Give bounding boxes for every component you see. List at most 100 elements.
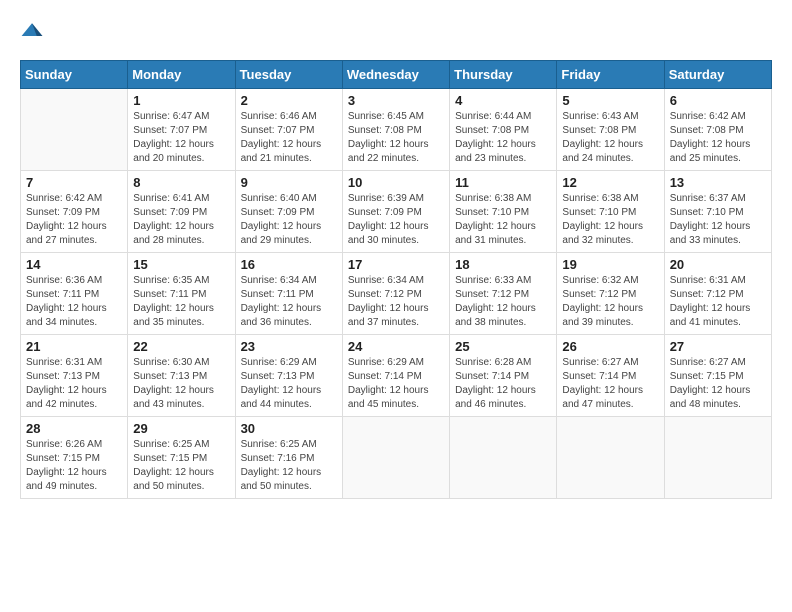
day-info: Sunrise: 6:27 AM Sunset: 7:15 PM Dayligh…	[670, 356, 766, 412]
day-number: 26	[562, 339, 658, 354]
day-number: 21	[26, 339, 122, 354]
calendar-cell: 15 Sunrise: 6:35 AM Sunset: 7:11 PM Dayli…	[128, 253, 235, 335]
day-number: 2	[241, 93, 337, 108]
calendar-cell: 26 Sunrise: 6:27 AM Sunset: 7:14 PM Dayli…	[557, 335, 664, 417]
calendar-week-row: 14 Sunrise: 6:36 AM Sunset: 7:11 PM Dayli…	[21, 253, 772, 335]
calendar-week-row: 21 Sunrise: 6:31 AM Sunset: 7:13 PM Dayli…	[21, 335, 772, 417]
day-number: 25	[455, 339, 551, 354]
calendar-week-row: 7 Sunrise: 6:42 AM Sunset: 7:09 PM Daylig…	[21, 171, 772, 253]
calendar-cell: 6Sunrise: 6:42 AM Sunset: 7:08 PM Daylig…	[664, 89, 771, 171]
calendar-cell: 19 Sunrise: 6:32 AM Sunset: 7:12 PM Dayli…	[557, 253, 664, 335]
day-number: 3	[348, 93, 444, 108]
day-number: 18	[455, 257, 551, 272]
calendar-cell: 8 Sunrise: 6:41 AM Sunset: 7:09 PM Daylig…	[128, 171, 235, 253]
day-info: Sunrise: 6:34 AM Sunset: 7:11 PM Dayligh…	[241, 274, 337, 330]
calendar-cell: 22 Sunrise: 6:30 AM Sunset: 7:13 PM Dayli…	[128, 335, 235, 417]
calendar-cell: 29 Sunrise: 6:25 AM Sunset: 7:15 PM Dayli…	[128, 417, 235, 499]
calendar-cell: 18 Sunrise: 6:33 AM Sunset: 7:12 PM Dayli…	[450, 253, 557, 335]
day-info: Sunrise: 6:31 AM Sunset: 7:13 PM Dayligh…	[26, 356, 122, 412]
day-number: 5	[562, 93, 658, 108]
calendar-cell: 20 Sunrise: 6:31 AM Sunset: 7:12 PM Dayli…	[664, 253, 771, 335]
calendar-week-row: 28Sunrise: 6:26 AM Sunset: 7:15 PM Dayli…	[21, 417, 772, 499]
calendar-week-row: 1 Sunrise: 6:47 AM Sunset: 7:07 PM Daylig…	[21, 89, 772, 171]
day-info: Sunrise: 6:35 AM Sunset: 7:11 PM Dayligh…	[133, 274, 229, 330]
calendar-cell	[21, 89, 128, 171]
day-info: Sunrise: 6:26 AM Sunset: 7:15 PM Dayligh…	[26, 438, 122, 494]
day-number: 1	[133, 93, 229, 108]
day-info: Sunrise: 6:44 AM Sunset: 7:08 PM Dayligh…	[455, 110, 551, 166]
day-number: 7	[26, 175, 122, 190]
calendar-cell: 9Sunrise: 6:40 AM Sunset: 7:09 PM Daylig…	[235, 171, 342, 253]
day-number: 14	[26, 257, 122, 272]
day-info: Sunrise: 6:25 AM Sunset: 7:16 PM Dayligh…	[241, 438, 337, 494]
day-header-thursday: Thursday	[450, 61, 557, 89]
day-info: Sunrise: 6:47 AM Sunset: 7:07 PM Dayligh…	[133, 110, 229, 166]
day-header-tuesday: Tuesday	[235, 61, 342, 89]
calendar-table: SundayMondayTuesdayWednesdayThursdayFrid…	[20, 60, 772, 499]
calendar-cell: 16Sunrise: 6:34 AM Sunset: 7:11 PM Dayli…	[235, 253, 342, 335]
day-info: Sunrise: 6:32 AM Sunset: 7:12 PM Dayligh…	[562, 274, 658, 330]
calendar-cell: 5 Sunrise: 6:43 AM Sunset: 7:08 PM Daylig…	[557, 89, 664, 171]
day-header-wednesday: Wednesday	[342, 61, 449, 89]
day-header-sunday: Sunday	[21, 61, 128, 89]
day-number: 23	[241, 339, 337, 354]
day-number: 8	[133, 175, 229, 190]
day-number: 24	[348, 339, 444, 354]
day-header-saturday: Saturday	[664, 61, 771, 89]
day-info: Sunrise: 6:42 AM Sunset: 7:08 PM Dayligh…	[670, 110, 766, 166]
day-info: Sunrise: 6:43 AM Sunset: 7:08 PM Dayligh…	[562, 110, 658, 166]
day-number: 13	[670, 175, 766, 190]
day-info: Sunrise: 6:46 AM Sunset: 7:07 PM Dayligh…	[241, 110, 337, 166]
calendar-cell: 3 Sunrise: 6:45 AM Sunset: 7:08 PM Daylig…	[342, 89, 449, 171]
day-number: 10	[348, 175, 444, 190]
day-info: Sunrise: 6:38 AM Sunset: 7:10 PM Dayligh…	[455, 192, 551, 248]
page-header	[20, 20, 772, 44]
calendar-cell: 30 Sunrise: 6:25 AM Sunset: 7:16 PM Dayli…	[235, 417, 342, 499]
calendar-cell: 17 Sunrise: 6:34 AM Sunset: 7:12 PM Dayli…	[342, 253, 449, 335]
logo-icon	[20, 20, 44, 44]
day-number: 30	[241, 421, 337, 436]
calendar-cell: 23 Sunrise: 6:29 AM Sunset: 7:13 PM Dayli…	[235, 335, 342, 417]
calendar-cell: 13 Sunrise: 6:37 AM Sunset: 7:10 PM Dayli…	[664, 171, 771, 253]
calendar-cell: 10 Sunrise: 6:39 AM Sunset: 7:09 PM Dayli…	[342, 171, 449, 253]
calendar-cell: 11 Sunrise: 6:38 AM Sunset: 7:10 PM Dayli…	[450, 171, 557, 253]
day-info: Sunrise: 6:41 AM Sunset: 7:09 PM Dayligh…	[133, 192, 229, 248]
calendar-header-row: SundayMondayTuesdayWednesdayThursdayFrid…	[21, 61, 772, 89]
day-info: Sunrise: 6:39 AM Sunset: 7:09 PM Dayligh…	[348, 192, 444, 248]
calendar-cell	[450, 417, 557, 499]
day-info: Sunrise: 6:38 AM Sunset: 7:10 PM Dayligh…	[562, 192, 658, 248]
day-number: 17	[348, 257, 444, 272]
day-info: Sunrise: 6:25 AM Sunset: 7:15 PM Dayligh…	[133, 438, 229, 494]
day-info: Sunrise: 6:29 AM Sunset: 7:13 PM Dayligh…	[241, 356, 337, 412]
calendar-cell: 7 Sunrise: 6:42 AM Sunset: 7:09 PM Daylig…	[21, 171, 128, 253]
day-number: 11	[455, 175, 551, 190]
day-number: 29	[133, 421, 229, 436]
day-info: Sunrise: 6:31 AM Sunset: 7:12 PM Dayligh…	[670, 274, 766, 330]
calendar-cell: 12Sunrise: 6:38 AM Sunset: 7:10 PM Dayli…	[557, 171, 664, 253]
day-header-monday: Monday	[128, 61, 235, 89]
day-number: 20	[670, 257, 766, 272]
calendar-cell	[664, 417, 771, 499]
day-number: 15	[133, 257, 229, 272]
day-number: 4	[455, 93, 551, 108]
day-number: 19	[562, 257, 658, 272]
day-info: Sunrise: 6:28 AM Sunset: 7:14 PM Dayligh…	[455, 356, 551, 412]
day-info: Sunrise: 6:37 AM Sunset: 7:10 PM Dayligh…	[670, 192, 766, 248]
calendar-cell: 24 Sunrise: 6:29 AM Sunset: 7:14 PM Dayli…	[342, 335, 449, 417]
day-info: Sunrise: 6:30 AM Sunset: 7:13 PM Dayligh…	[133, 356, 229, 412]
day-info: Sunrise: 6:45 AM Sunset: 7:08 PM Dayligh…	[348, 110, 444, 166]
day-info: Sunrise: 6:36 AM Sunset: 7:11 PM Dayligh…	[26, 274, 122, 330]
calendar-cell: 1 Sunrise: 6:47 AM Sunset: 7:07 PM Daylig…	[128, 89, 235, 171]
day-info: Sunrise: 6:33 AM Sunset: 7:12 PM Dayligh…	[455, 274, 551, 330]
day-info: Sunrise: 6:42 AM Sunset: 7:09 PM Dayligh…	[26, 192, 122, 248]
day-info: Sunrise: 6:34 AM Sunset: 7:12 PM Dayligh…	[348, 274, 444, 330]
calendar-cell	[557, 417, 664, 499]
day-info: Sunrise: 6:29 AM Sunset: 7:14 PM Dayligh…	[348, 356, 444, 412]
day-number: 9	[241, 175, 337, 190]
day-info: Sunrise: 6:27 AM Sunset: 7:14 PM Dayligh…	[562, 356, 658, 412]
calendar-cell: 4 Sunrise: 6:44 AM Sunset: 7:08 PM Daylig…	[450, 89, 557, 171]
day-number: 22	[133, 339, 229, 354]
day-number: 27	[670, 339, 766, 354]
calendar-cell: 2 Sunrise: 6:46 AM Sunset: 7:07 PM Daylig…	[235, 89, 342, 171]
calendar-cell: 25 Sunrise: 6:28 AM Sunset: 7:14 PM Dayli…	[450, 335, 557, 417]
